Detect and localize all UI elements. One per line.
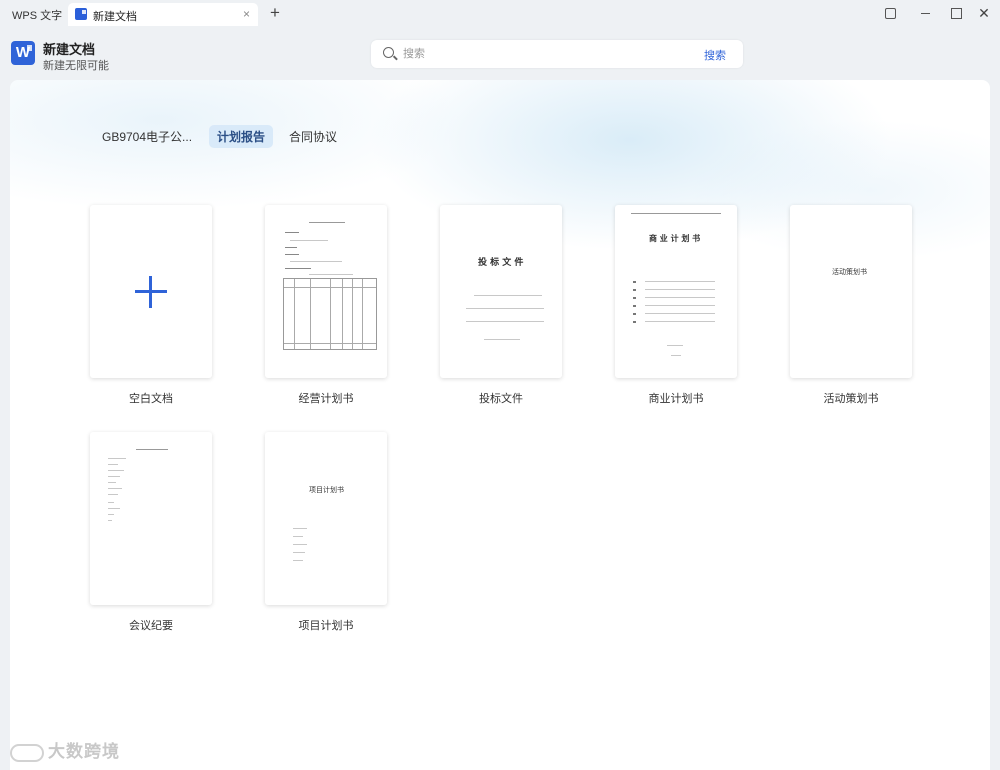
thumb-line <box>484 339 520 340</box>
category-tab-contract[interactable]: 合同协议 <box>281 125 345 148</box>
thumb-line <box>309 274 353 275</box>
template-card-blank[interactable] <box>90 205 212 378</box>
thumb-line <box>293 528 307 529</box>
thumb-line <box>285 268 311 269</box>
thumb-dot <box>633 289 636 291</box>
thumb-vline <box>310 279 311 349</box>
document-icon <box>75 8 87 20</box>
thumb-line <box>108 488 122 489</box>
search-button[interactable]: 搜索 <box>704 47 726 63</box>
tab-title: 新建文档 <box>93 11 137 23</box>
thumb-line <box>645 321 715 322</box>
thumb-line <box>285 247 297 248</box>
thumb-title: 商 业 计 划 书 <box>649 233 701 243</box>
tab-new-document[interactable]: 新建文档 × <box>68 3 258 26</box>
thumb-dot <box>633 281 636 283</box>
thumb-vline <box>362 279 363 349</box>
template-label: 空白文档 <box>129 393 173 405</box>
template-card-project-plan[interactable]: 项目计划书 <box>265 432 387 605</box>
thumb-vline <box>330 279 331 349</box>
app-name[interactable]: WPS 文字 <box>12 7 62 23</box>
thumb-line <box>645 297 715 298</box>
thumb-line <box>293 560 303 561</box>
thumb-line <box>667 345 683 346</box>
page-subtitle: 新建无限可能 <box>43 60 109 72</box>
maximize-icon[interactable] <box>948 5 964 21</box>
watermark-text: 大数跨境 <box>48 742 120 761</box>
category-tab-plan-report[interactable]: 计划报告 <box>209 125 274 148</box>
watermark: 大数跨境 <box>10 737 120 762</box>
thumb-line <box>285 232 299 233</box>
thumb-line <box>108 520 112 521</box>
thumb-dot <box>633 305 636 307</box>
thumb-line <box>645 281 715 282</box>
thumb-line <box>290 261 342 262</box>
thumb-line <box>645 305 715 306</box>
thumb-dot <box>633 313 636 315</box>
thumb-title: 投 标 文 件 <box>478 258 524 268</box>
plus-icon <box>135 276 167 308</box>
thumb-table <box>283 278 377 350</box>
search-input[interactable] <box>403 44 693 64</box>
template-label: 会议纪要 <box>129 620 173 632</box>
tab-close-icon[interactable]: × <box>243 7 250 21</box>
thumb-line <box>285 254 299 255</box>
template-card-meeting-minutes[interactable] <box>90 432 212 605</box>
template-card-event-plan[interactable]: 活动策划书 <box>790 205 912 378</box>
template-label: 项目计划书 <box>298 620 354 632</box>
template-card-business-operation-plan[interactable] <box>265 205 387 378</box>
thumb-line <box>645 313 715 314</box>
thumb-vline <box>294 279 295 349</box>
template-label: 活动策划书 <box>823 393 879 405</box>
thumb-title-line <box>136 449 168 450</box>
category-tab-gb9704[interactable]: GB9704电子公... <box>94 125 200 148</box>
thumb-line <box>108 458 126 459</box>
template-card-bid-document[interactable]: 投 标 文 件 <box>440 205 562 378</box>
thumb-line <box>108 476 120 477</box>
thumb-title: 项目计划书 <box>309 486 344 494</box>
wps-writer-logo-icon: W <box>11 41 35 65</box>
restore-window-icon[interactable] <box>882 5 898 21</box>
template-card-business-plan[interactable]: 商 业 计 划 书 <box>615 205 737 378</box>
thumb-line <box>108 470 124 471</box>
thumb-header-line <box>631 213 721 214</box>
thumb-line <box>108 514 114 515</box>
thumb-title-line <box>309 222 345 223</box>
thumb-line <box>108 464 118 465</box>
minimize-icon[interactable] <box>918 5 934 21</box>
thumb-line <box>466 321 544 322</box>
template-label: 经营计划书 <box>298 393 354 405</box>
thumb-line <box>474 295 542 296</box>
thumb-line <box>293 536 303 537</box>
thumb-line <box>108 482 116 483</box>
template-label: 投标文件 <box>479 393 523 405</box>
thumb-line <box>290 240 328 241</box>
search-icon <box>383 47 394 58</box>
add-tab-icon[interactable]: + <box>270 4 280 21</box>
thumb-title: 活动策划书 <box>832 268 867 276</box>
search-box: 搜索 <box>371 40 743 68</box>
thumb-line <box>671 355 681 356</box>
thumb-line <box>108 502 114 503</box>
thumb-line <box>293 544 307 545</box>
thumb-dot <box>633 297 636 299</box>
thumb-vline <box>352 279 353 349</box>
title-bar: WPS 文字 新建文档 × + ✕ <box>0 0 1000 28</box>
thumb-line <box>293 552 305 553</box>
watermark-logo-icon <box>10 743 44 762</box>
page-title: 新建文档 <box>43 42 96 57</box>
template-label: 商业计划书 <box>648 393 704 405</box>
thumb-vline <box>342 279 343 349</box>
thumb-line <box>466 308 544 309</box>
thumb-line <box>284 343 376 344</box>
thumb-line <box>108 494 118 495</box>
close-window-icon[interactable]: ✕ <box>976 5 992 21</box>
thumb-dot <box>633 321 636 323</box>
thumb-line <box>108 508 120 509</box>
thumb-line <box>645 289 715 290</box>
template-panel: GB9704电子公... 计划报告 合同协议 空白文档 经营计划书 投 标 文 … <box>10 80 990 770</box>
